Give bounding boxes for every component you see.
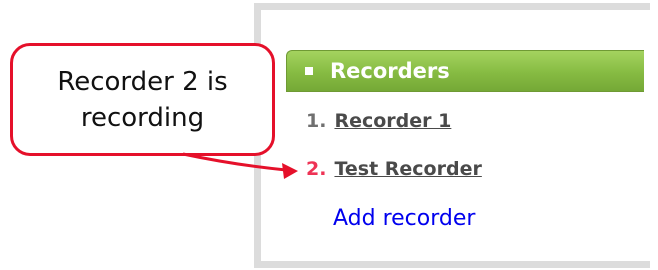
callout-arrow-icon [182, 152, 298, 179]
